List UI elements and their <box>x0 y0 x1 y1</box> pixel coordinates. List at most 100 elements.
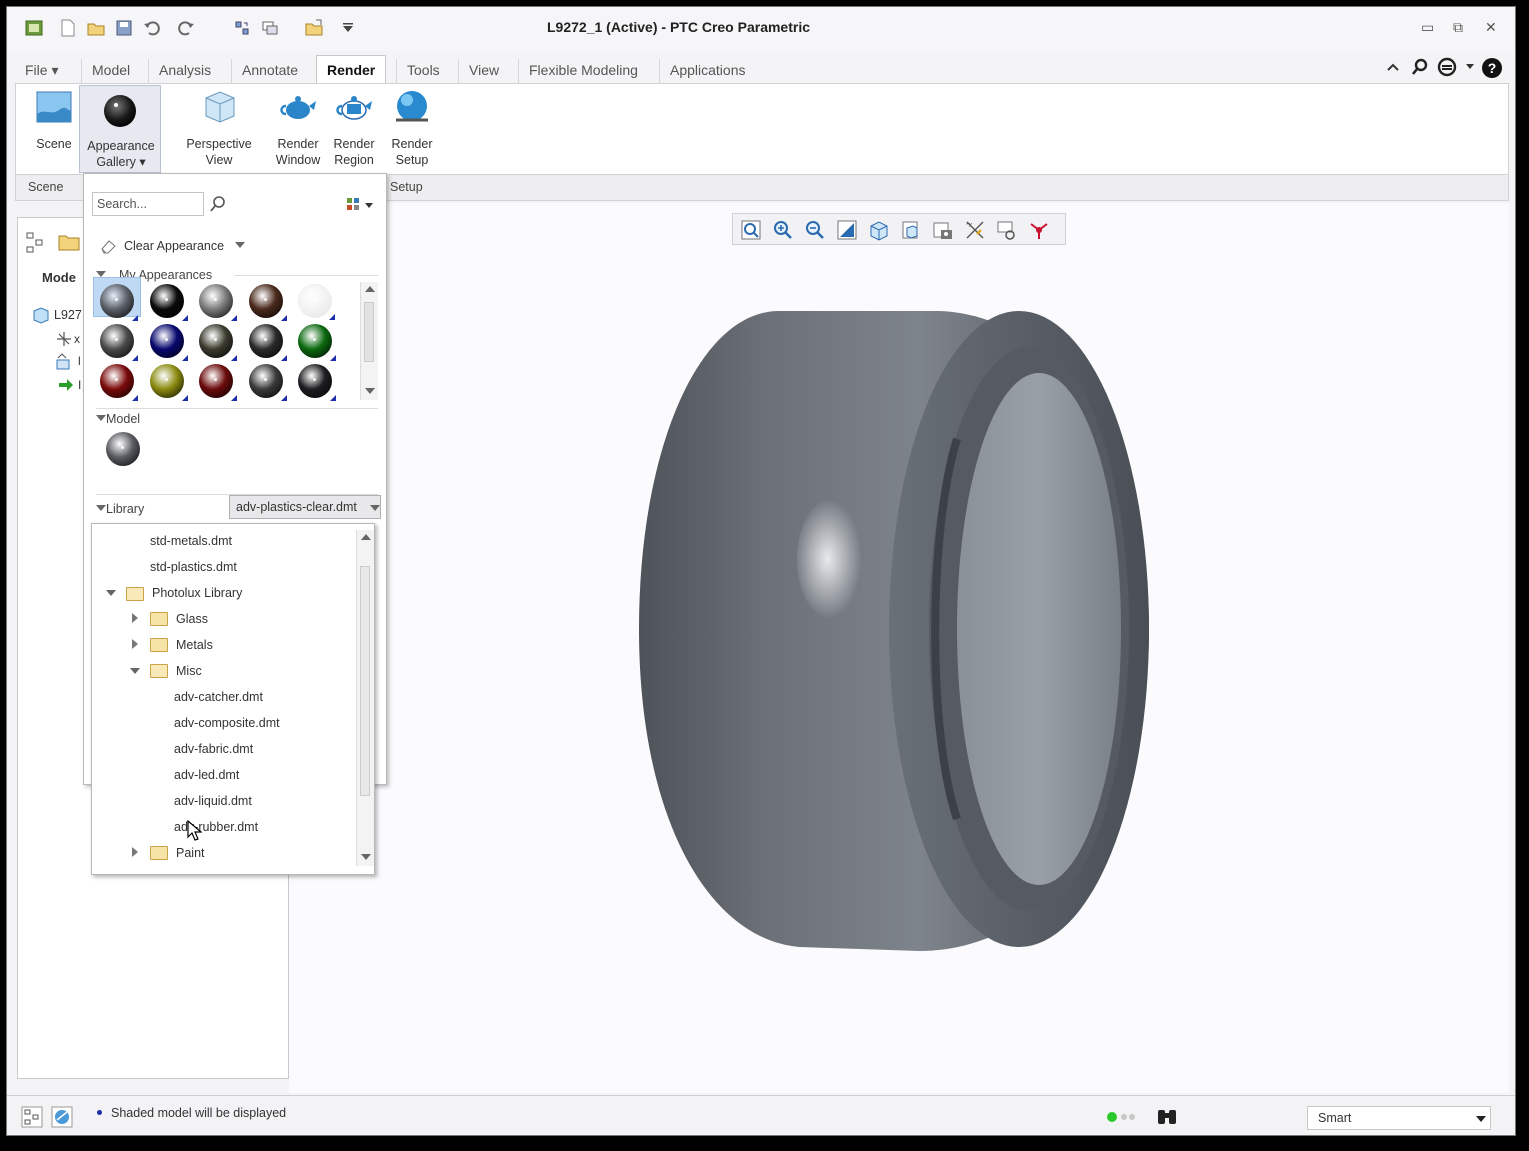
saved-orientations-icon[interactable] <box>899 218 923 242</box>
app-icon[interactable] <box>25 19 43 37</box>
graphics-viewport[interactable] <box>289 203 1509 1093</box>
scroll-down-icon[interactable] <box>365 388 375 394</box>
library-collapse-icon[interactable] <box>96 505 106 511</box>
search-icon[interactable] <box>208 194 228 214</box>
appearance-swatch[interactable] <box>100 364 138 401</box>
library-item-std-plastics[interactable]: std-plastics.dmt <box>150 556 237 578</box>
folder-browser-icon[interactable] <box>58 230 80 252</box>
display-options-icon[interactable] <box>346 196 376 214</box>
open-icon[interactable] <box>87 19 105 37</box>
appearance-swatch[interactable] <box>298 364 336 401</box>
tire-model[interactable] <box>619 299 1159 959</box>
render-setup-button[interactable]: Render Setup <box>386 88 438 168</box>
appearance-swatch[interactable] <box>248 324 287 361</box>
tree-root-label[interactable]: L927 <box>54 308 82 322</box>
restore-icon[interactable]: ⧉ <box>1453 19 1463 36</box>
close-icon[interactable]: ✕ <box>1485 19 1497 36</box>
appearance-swatch[interactable] <box>199 364 237 401</box>
tab-annotate[interactable]: Annotate <box>231 59 308 83</box>
library-item-adv-fabric[interactable]: adv-fabric.dmt <box>174 738 253 760</box>
scroll-down-icon[interactable] <box>361 854 371 860</box>
regenerate-icon[interactable] <box>233 19 251 37</box>
render-window-button[interactable]: Render Window <box>270 88 326 168</box>
close-window-icon[interactable] <box>305 19 323 37</box>
tab-applications[interactable]: Applications <box>659 59 756 83</box>
browser-toggle-icon[interactable] <box>51 1106 73 1128</box>
appearance-swatch[interactable] <box>100 284 138 321</box>
tab-tools[interactable]: Tools <box>396 59 450 83</box>
appearance-gallery-button[interactable]: Appearance Gallery ▾ <box>79 85 161 173</box>
windows-icon[interactable] <box>261 19 279 37</box>
library-folder-metals[interactable]: Metals <box>176 634 213 656</box>
library-item-std-metals[interactable]: std-metals.dmt <box>150 530 232 552</box>
library-folder-paint[interactable]: Paint <box>176 842 205 864</box>
model-appearance-swatch[interactable] <box>106 432 140 466</box>
scroll-up-icon[interactable] <box>365 286 375 292</box>
tab-analysis[interactable]: Analysis <box>148 59 221 83</box>
library-select[interactable]: adv-plastics-clear.dmt <box>229 495 381 519</box>
scroll-up-icon[interactable] <box>361 534 371 540</box>
help-icon[interactable]: ? <box>1481 57 1503 79</box>
datum-display-icon[interactable]: *x <box>963 218 987 242</box>
appearance-swatch[interactable] <box>100 324 138 361</box>
redo-icon[interactable] <box>177 19 195 37</box>
swatch-scrollbar[interactable] <box>360 282 378 400</box>
tab-view[interactable]: View <box>458 59 509 83</box>
appearance-swatch[interactable] <box>199 284 237 321</box>
library-folder-glass[interactable]: Glass <box>176 608 208 630</box>
scroll-thumb[interactable] <box>360 566 370 796</box>
tab-render[interactable]: Render <box>316 55 387 85</box>
tab-file[interactable]: File ▾ <box>15 59 68 83</box>
chevron-down-icon[interactable] <box>1465 63 1475 71</box>
annotation-display-icon[interactable] <box>995 218 1019 242</box>
appearance-swatch[interactable] <box>298 324 336 361</box>
model-collapse-icon[interactable] <box>96 415 106 421</box>
refit-icon[interactable] <box>739 218 763 242</box>
metals-expand-icon[interactable] <box>132 639 138 649</box>
appearance-swatch[interactable] <box>248 284 287 321</box>
minimize-icon[interactable]: ▭ <box>1421 19 1434 36</box>
appearance-swatch[interactable] <box>248 364 287 401</box>
glass-expand-icon[interactable] <box>132 613 138 623</box>
perspective-view-button[interactable]: Perspective View <box>174 88 264 168</box>
library-item-adv-composite[interactable]: adv-composite.dmt <box>174 712 280 734</box>
collapse-ribbon-icon[interactable] <box>1385 59 1401 75</box>
spin-center-icon[interactable] <box>1027 218 1051 242</box>
library-scrollbar[interactable] <box>356 530 374 866</box>
search-input[interactable]: Search... <box>92 192 204 216</box>
repaint-icon[interactable] <box>835 218 859 242</box>
zoom-in-icon[interactable] <box>771 218 795 242</box>
find-icon[interactable] <box>1155 1104 1179 1128</box>
appearance-swatch[interactable] <box>149 364 188 401</box>
zoom-out-icon[interactable] <box>803 218 827 242</box>
appearance-swatch[interactable] <box>149 324 188 361</box>
model-tree-icon[interactable] <box>26 232 44 254</box>
scene-button[interactable]: Scene <box>24 88 84 152</box>
library-folder-misc[interactable]: Misc <box>176 660 202 682</box>
library-item-adv-catcher[interactable]: adv-catcher.dmt <box>174 686 263 708</box>
display-style-icon[interactable] <box>867 218 891 242</box>
model-tree-toggle-icon[interactable] <box>21 1106 43 1128</box>
paint-expand-icon[interactable] <box>132 847 138 857</box>
library-item-adv-liquid[interactable]: adv-liquid.dmt <box>174 790 252 812</box>
save-icon[interactable] <box>115 19 133 37</box>
appearance-swatch[interactable] <box>149 284 188 321</box>
tab-model[interactable]: Model <box>81 59 140 83</box>
tab-flexible-modeling[interactable]: Flexible Modeling <box>518 59 648 83</box>
undo-icon[interactable] <box>143 19 161 37</box>
new-icon[interactable] <box>59 19 77 37</box>
clear-appearance-dropdown-icon[interactable] <box>235 242 245 248</box>
appearance-swatch[interactable] <box>199 324 237 361</box>
library-item-adv-led[interactable]: adv-led.dmt <box>174 764 239 786</box>
misc-expand-icon[interactable] <box>130 668 140 674</box>
model-tree-tab[interactable]: Mode <box>42 270 76 285</box>
search-icon[interactable] <box>1410 57 1430 77</box>
appearance-swatch[interactable] <box>298 284 335 320</box>
scroll-thumb[interactable] <box>364 302 374 362</box>
tree-item-3[interactable]: I <box>78 378 81 392</box>
photolux-expand-icon[interactable] <box>106 590 116 596</box>
selection-filter-select[interactable]: Smart <box>1307 1106 1491 1130</box>
tree-item-2[interactable]: l <box>78 354 81 368</box>
view-manager-icon[interactable] <box>931 218 955 242</box>
customize-icon[interactable] <box>339 19 357 37</box>
